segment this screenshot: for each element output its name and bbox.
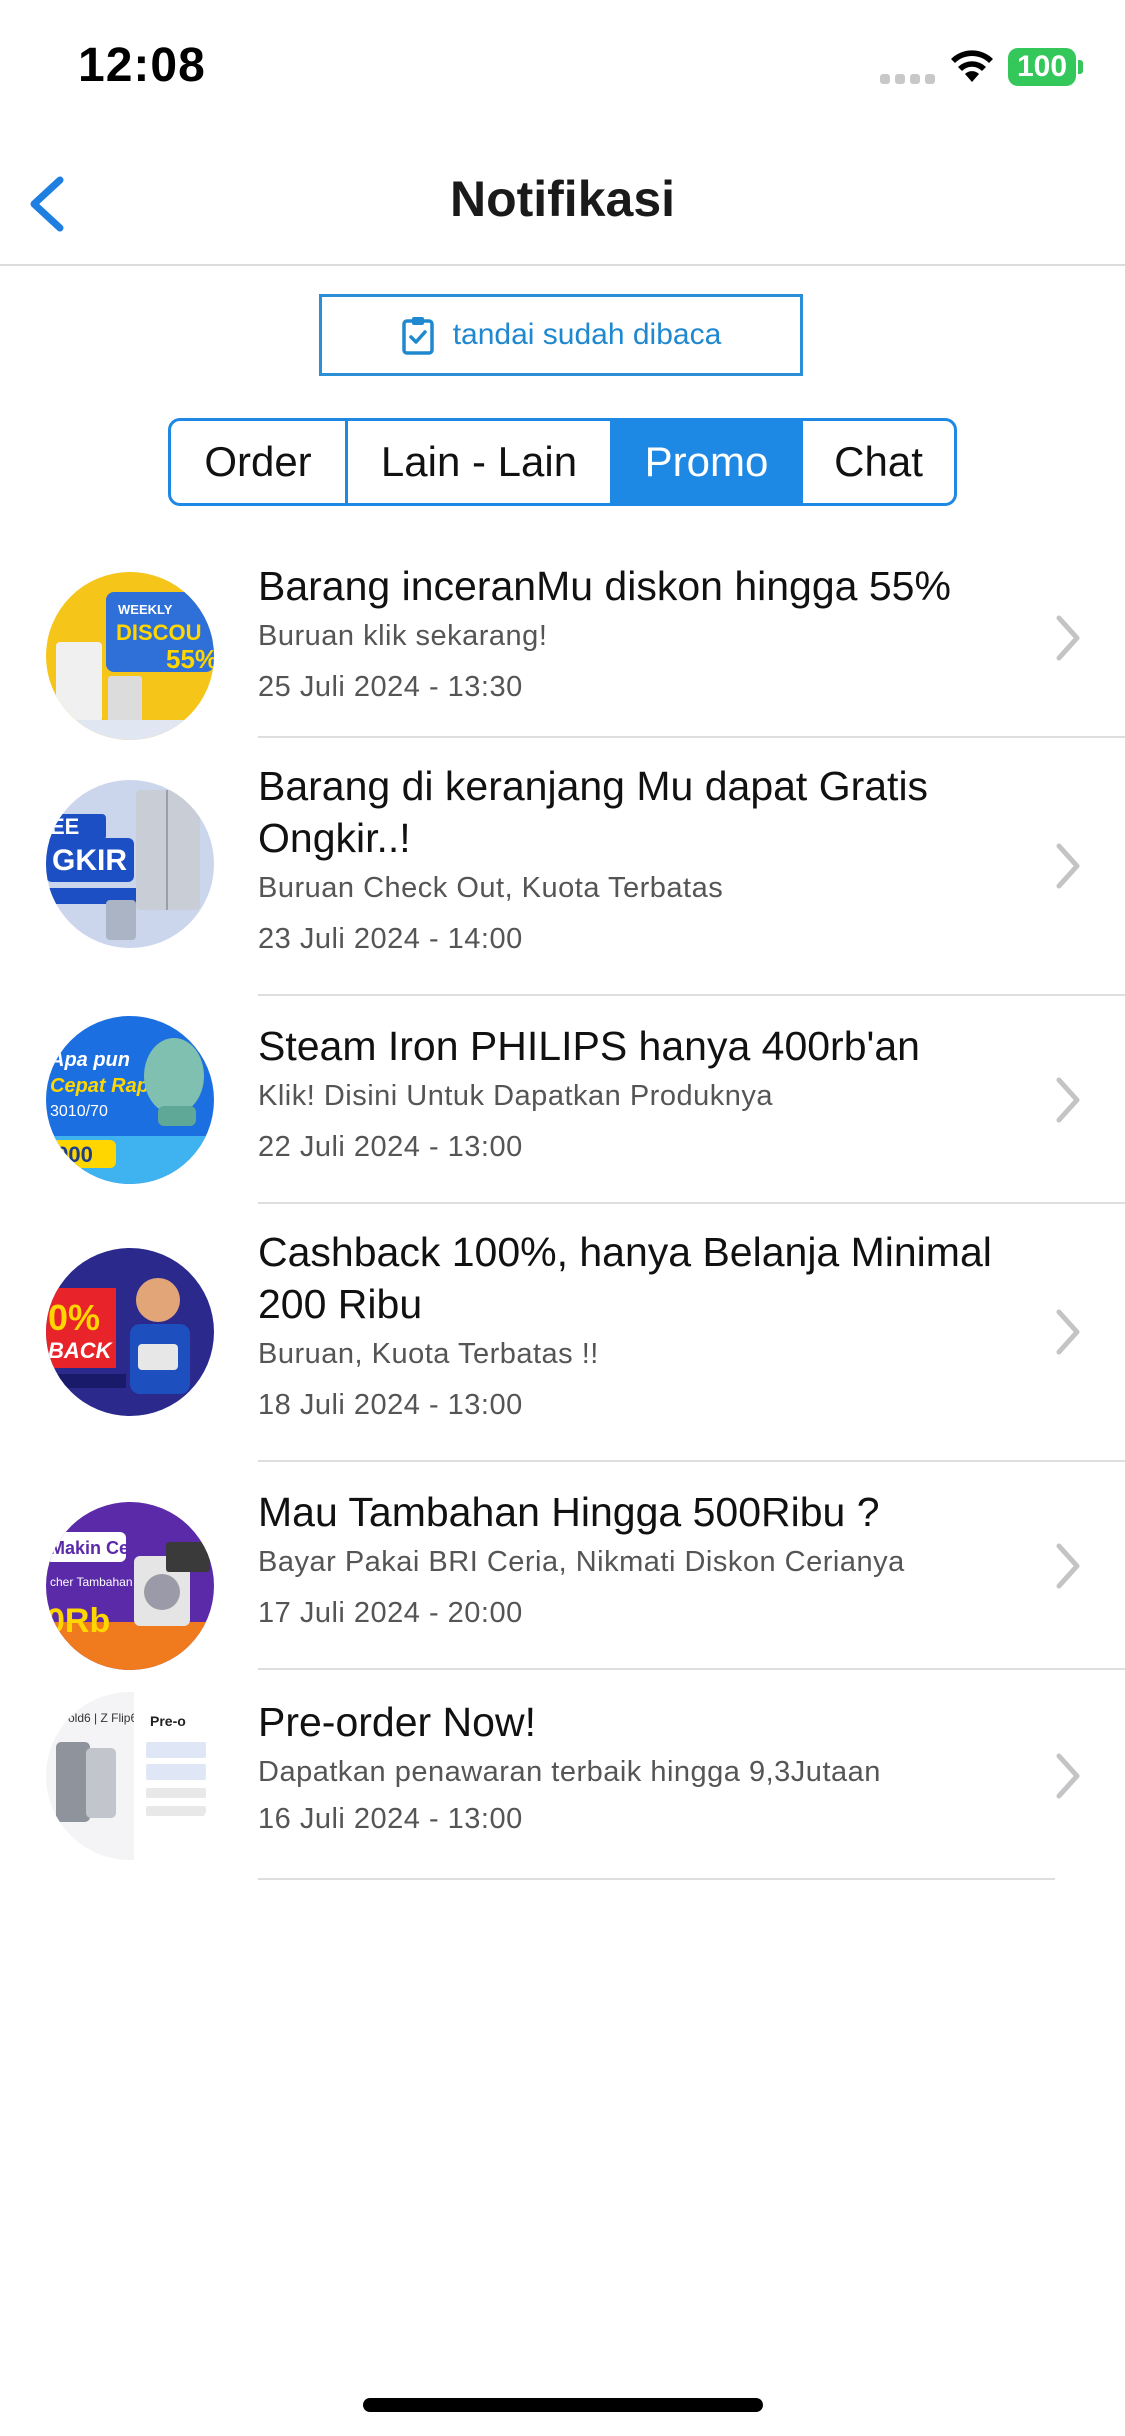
battery-cap [1078, 60, 1083, 74]
notification-content: Mau Tambahan Hingga 500Ribu ? Bayar Paka… [258, 1486, 1015, 1630]
chevron-right-icon [1056, 615, 1080, 661]
chevron-right-icon [1056, 843, 1080, 889]
notification-subtitle: Buruan Check Out, Kuota Terbatas [258, 872, 724, 904]
svg-text:.000: .000 [50, 1142, 93, 1167]
notification-date: 17 Juli 2024 - 20:00 [258, 1597, 523, 1629]
svg-text:Pre-o: Pre-o [150, 1713, 186, 1729]
notification-title: Pre-order Now! [258, 1699, 536, 1745]
notification-item[interactable]: 0% BACK Cashback 100%, hanya Belanja Min… [0, 1204, 1125, 1462]
clipboard-check-icon [401, 317, 434, 355]
status-time: 12:08 [78, 39, 206, 92]
navigation-bar: Notifikasi [0, 140, 1125, 266]
notification-item[interactable]: Z Fold6 | Z Flip6 Pre-o Pre-order Now! D… [0, 1670, 1125, 1880]
svg-text:DISCOU: DISCOU [116, 620, 202, 645]
notification-list: WEEKLY DISCOU 55% Barang inceranMu disko… [0, 540, 1125, 1880]
svg-text:0Rb: 0Rb [46, 1602, 110, 1640]
notification-subtitle: Buruan, Kuota Terbatas !! [258, 1338, 599, 1370]
notification-content: Barang inceranMu diskon hingga 55% Burua… [258, 560, 1015, 704]
notification-subtitle: Klik! Disini Untuk Dapatkan Produknya [258, 1080, 773, 1112]
svg-text:Makin Ceria!: Makin Ceria! [50, 1538, 157, 1558]
svg-text:EE: EE [50, 814, 79, 839]
home-indicator[interactable] [363, 2398, 763, 2412]
notification-title: Barang di keranjang Mu dapat Gratis Ongk… [258, 763, 929, 861]
chevron-right-icon [1056, 1543, 1080, 1589]
svg-text:55%: 55% [166, 644, 214, 674]
chevron-right-icon [1056, 1077, 1080, 1123]
mark-all-read-button[interactable]: tandai sudah dibaca [319, 294, 803, 376]
svg-text:Cepat Rapi: Cepat Rapi [50, 1075, 155, 1097]
notification-date: 16 Juli 2024 - 13:00 [258, 1803, 523, 1835]
promo-thumbnail: 0% BACK [46, 1248, 214, 1416]
notification-subtitle: Dapatkan penawaran terbaik hingga 9,3Jut… [258, 1756, 881, 1788]
svg-text:cher Tambahan: cher Tambahan [50, 1575, 133, 1589]
chevron-right-icon [1056, 1309, 1080, 1355]
notification-subtitle: Bayar Pakai BRI Ceria, Nikmati Diskon Ce… [258, 1546, 905, 1578]
promo-thumbnail: Apa pun Cepat Rapi 3010/70 .000 [46, 1016, 214, 1184]
svg-text:Apa pun: Apa pun [49, 1049, 130, 1071]
notification-item[interactable]: Makin Ceria! cher Tambahan 0Rb Mau Tamba… [0, 1462, 1125, 1670]
notification-title: Mau Tambahan Hingga 500Ribu ? [258, 1489, 880, 1535]
svg-text:3010/70: 3010/70 [50, 1103, 108, 1120]
promo-thumbnail: Makin Ceria! cher Tambahan 0Rb [46, 1502, 214, 1670]
battery-indicator: 100 [1008, 48, 1076, 86]
chevron-right-icon [1056, 1753, 1080, 1799]
tab-promo[interactable]: Promo [610, 421, 800, 503]
notification-date: 25 Juli 2024 - 13:30 [258, 671, 523, 703]
notification-content: Pre-order Now! Dapatkan penawaran terbai… [258, 1696, 1015, 1836]
notification-title: Steam Iron PHILIPS hanya 400rb'an [258, 1023, 920, 1069]
promo-thumbnail: WEEKLY DISCOU 55% [46, 572, 214, 740]
notification-date: 22 Juli 2024 - 13:00 [258, 1131, 523, 1163]
notification-content: Steam Iron PHILIPS hanya 400rb'an Klik! … [258, 1020, 1015, 1164]
notification-date: 23 Juli 2024 - 14:00 [258, 923, 523, 955]
notification-item[interactable]: WEEKLY DISCOU 55% Barang inceranMu disko… [0, 540, 1125, 740]
page-title: Notifikasi [449, 171, 676, 227]
notification-content: Barang di keranjang Mu dapat Gratis Ongk… [258, 760, 1015, 956]
notification-title: Barang inceranMu diskon hingga 55% [258, 563, 951, 609]
notification-category-tabs: Order Lain - Lain Promo Chat [168, 418, 957, 506]
wifi-icon [951, 50, 993, 82]
mark-read-label: tandai sudah dibaca [452, 318, 722, 351]
svg-text:Z Fold6 | Z Flip6: Z Fold6 | Z Flip6 [50, 1711, 137, 1725]
promo-thumbnail: GKIR EE [46, 780, 214, 948]
cellular-signal-icon [880, 70, 936, 84]
tab-chat[interactable]: Chat [800, 421, 954, 503]
notification-item[interactable]: Apa pun Cepat Rapi 3010/70 .000 Steam Ir… [0, 996, 1125, 1204]
svg-text:BACK: BACK [48, 1338, 114, 1363]
svg-text:GKIR: GKIR [52, 844, 127, 877]
notification-date: 18 Juli 2024 - 13:00 [258, 1389, 523, 1421]
tab-order[interactable]: Order [171, 421, 345, 503]
svg-text:WEEKLY: WEEKLY [118, 602, 173, 617]
notification-item[interactable]: GKIR EE Barang di keranjang Mu dapat Gra… [0, 738, 1125, 996]
separator [258, 1878, 1055, 1880]
promo-thumbnail: Z Fold6 | Z Flip6 Pre-o [46, 1692, 214, 1860]
notification-title: Cashback 100%, hanya Belanja Minimal 200… [258, 1229, 992, 1327]
svg-text:0%: 0% [48, 1297, 100, 1338]
status-bar: 12:08 100 [0, 0, 1125, 140]
notification-subtitle: Buruan klik sekarang! [258, 620, 548, 652]
tab-lain-lain[interactable]: Lain - Lain [345, 421, 610, 503]
notification-content: Cashback 100%, hanya Belanja Minimal 200… [258, 1226, 1015, 1422]
